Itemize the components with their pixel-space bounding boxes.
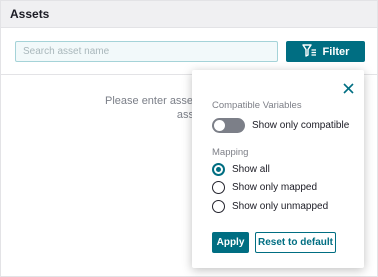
filter-button-label: Filter bbox=[322, 45, 350, 58]
panel-header: Assets bbox=[1, 1, 377, 28]
reset-to-default-button[interactable]: Reset to default bbox=[255, 232, 336, 253]
compatible-toggle[interactable] bbox=[212, 118, 245, 133]
radio-button[interactable] bbox=[212, 181, 225, 194]
filter-button[interactable]: Filter bbox=[286, 41, 365, 62]
radio-button-checked[interactable] bbox=[212, 163, 225, 176]
filter-icon bbox=[301, 43, 317, 60]
toggle-knob bbox=[214, 120, 225, 131]
radio-show-only-mapped[interactable]: Show only mapped bbox=[212, 181, 317, 194]
radio-button[interactable] bbox=[212, 200, 225, 213]
compatible-toggle-label: Show only compatible bbox=[252, 120, 350, 131]
panel-title: Assets bbox=[10, 7, 50, 21]
radio-label: Show all bbox=[232, 164, 270, 175]
search-input[interactable] bbox=[15, 41, 278, 62]
radio-label: Show only unmapped bbox=[232, 201, 329, 212]
compatible-variables-label: Compatible Variables bbox=[212, 100, 302, 111]
close-icon bbox=[342, 82, 354, 94]
compatible-toggle-row[interactable]: Show only compatible bbox=[212, 118, 349, 133]
search-toolbar: Filter bbox=[1, 28, 377, 75]
close-button[interactable] bbox=[341, 81, 355, 95]
radio-label: Show only mapped bbox=[232, 182, 318, 193]
apply-button[interactable]: Apply bbox=[212, 232, 249, 253]
filter-popover: Compatible Variables Show only compatibl… bbox=[192, 70, 364, 268]
mapping-label: Mapping bbox=[212, 147, 249, 158]
radio-show-all[interactable]: Show all bbox=[212, 163, 270, 176]
radio-show-only-unmapped[interactable]: Show only unmapped bbox=[212, 200, 328, 213]
